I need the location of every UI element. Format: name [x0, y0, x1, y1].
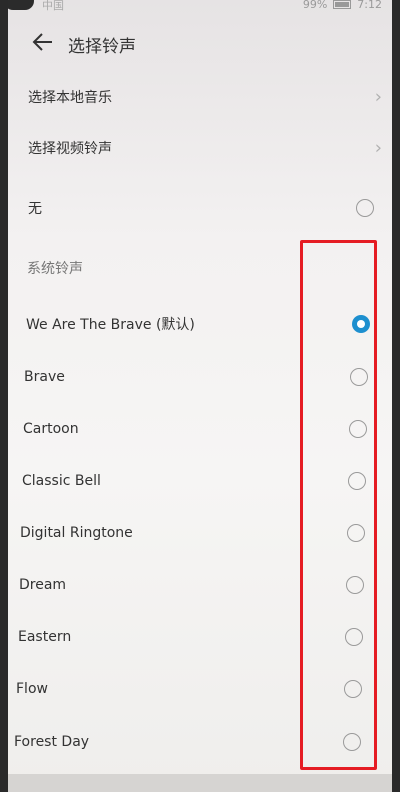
back-arrow-icon[interactable]: [32, 32, 54, 52]
ringtone-label: Eastern: [18, 629, 72, 645]
option-label: 无: [28, 201, 42, 217]
option-local-music[interactable]: 选择本地音乐 ›: [8, 77, 392, 117]
option-video-ringtone[interactable]: 选择视频铃声 ›: [8, 128, 392, 168]
ringtone-label: Dream: [19, 577, 67, 593]
ringtone-label: Digital Ringtone: [20, 525, 133, 541]
option-label: 选择本地音乐: [28, 90, 112, 106]
status-right: 99% 7:12: [303, 0, 382, 11]
option-none[interactable]: 无: [8, 188, 392, 228]
ringtone-label: Cartoon: [23, 421, 79, 437]
chevron-right-icon: ›: [374, 137, 382, 159]
ringtone-label: Flow: [16, 681, 48, 697]
section-label: 系统铃声: [27, 261, 83, 277]
battery-icon: [333, 0, 352, 9]
clock: 7:12: [357, 0, 382, 11]
ringtone-screen: 中国 99% 7:12 选择铃声 选择本地音乐 › 选择视频铃声 › 无 系统铃…: [8, 0, 392, 792]
ringtone-label: Forest Day: [14, 734, 90, 750]
page-title: 选择铃声: [68, 37, 136, 57]
highlight-box: [300, 240, 377, 770]
radio-button[interactable]: [356, 199, 374, 217]
ringtone-label: Brave: [24, 369, 65, 385]
battery-percent: 99%: [302, 0, 328, 11]
ringtone-label: We Are The Brave (默认): [26, 317, 195, 333]
carrier-label: 中国: [42, 0, 64, 12]
chevron-right-icon: ›: [374, 86, 382, 108]
option-label: 选择视频铃声: [28, 141, 112, 157]
camera-cutout: [8, 0, 34, 10]
status-bar: 中国 99% 7:12: [8, 0, 392, 14]
app-header: 选择铃声: [8, 28, 392, 58]
ringtone-label: Classic Bell: [22, 473, 101, 489]
bottom-bar: [8, 774, 392, 792]
